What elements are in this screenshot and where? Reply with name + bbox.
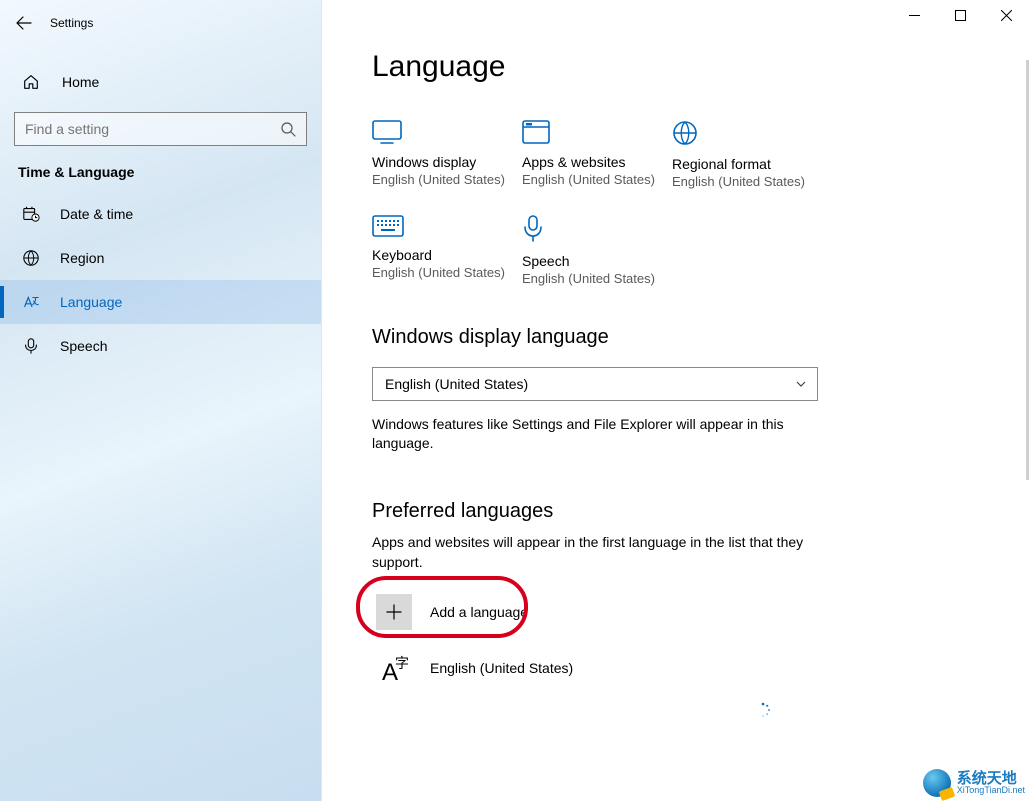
language-label: English (United States) bbox=[430, 660, 573, 676]
nav-label: Speech bbox=[60, 338, 107, 354]
language-icon bbox=[22, 293, 40, 311]
add-language-button[interactable]: Add a language bbox=[372, 590, 572, 634]
watermark-line2: XiTongTianDi.net bbox=[957, 786, 1025, 795]
tile-sub: English (United States) bbox=[372, 265, 522, 282]
monitor-icon bbox=[372, 120, 402, 144]
page-title: Language bbox=[372, 50, 1029, 84]
display-language-help: Windows features like Settings and File … bbox=[372, 415, 812, 454]
nav-speech[interactable]: Speech bbox=[0, 324, 321, 368]
window-title: Settings bbox=[50, 16, 93, 30]
globe-large-icon bbox=[672, 120, 698, 146]
titlebar: Settings bbox=[0, 8, 321, 38]
add-language-label: Add a language bbox=[430, 604, 528, 620]
tile-title: Keyboard bbox=[372, 247, 522, 263]
tile-title: Windows display bbox=[372, 154, 522, 170]
tile-regional-format[interactable]: Regional format English (United States) bbox=[672, 120, 822, 191]
globe-icon bbox=[22, 249, 40, 267]
search-field[interactable] bbox=[25, 121, 280, 137]
nav-label: Date & time bbox=[60, 206, 133, 222]
preferred-languages-help: Apps and websites will appear in the fir… bbox=[372, 533, 812, 572]
close-icon bbox=[1001, 10, 1012, 21]
content-area: Language Windows display English (United… bbox=[322, 0, 1029, 801]
search-input[interactable] bbox=[14, 112, 307, 146]
nav-label: Language bbox=[60, 294, 122, 310]
display-language-dropdown[interactable]: English (United States) bbox=[372, 367, 818, 401]
window-controls bbox=[891, 0, 1029, 30]
tile-sub: English (United States) bbox=[522, 271, 672, 288]
nav-language[interactable]: Language bbox=[0, 280, 321, 324]
watermark-line1: 系统天地 bbox=[957, 771, 1025, 786]
nav-region[interactable]: Region bbox=[0, 236, 321, 280]
arrow-left-icon bbox=[16, 15, 32, 31]
maximize-button[interactable] bbox=[937, 0, 983, 30]
maximize-icon bbox=[955, 10, 966, 21]
watermark-logo-icon bbox=[923, 769, 951, 797]
nav-home-label: Home bbox=[62, 74, 99, 90]
watermark: 系统天地 XiTongTianDi.net bbox=[923, 769, 1025, 797]
close-button[interactable] bbox=[983, 0, 1029, 30]
tile-sub: English (United States) bbox=[672, 174, 822, 191]
calendar-clock-icon bbox=[22, 205, 40, 223]
preferred-languages-heading: Preferred languages bbox=[372, 500, 1029, 523]
tile-apps-websites[interactable]: Apps & websites English (United States) bbox=[522, 120, 672, 191]
plus-icon bbox=[376, 594, 412, 630]
tile-sub: English (United States) bbox=[372, 172, 522, 189]
tile-title: Apps & websites bbox=[522, 154, 672, 170]
tile-title: Regional format bbox=[672, 156, 822, 172]
dropdown-value: English (United States) bbox=[385, 376, 528, 392]
mic-large-icon bbox=[522, 215, 544, 243]
sidebar: Settings Home Time & Language Date & tim… bbox=[0, 0, 322, 801]
browser-icon bbox=[522, 120, 550, 144]
tile-speech[interactable]: Speech English (United States) bbox=[522, 215, 672, 288]
tile-sub: English (United States) bbox=[522, 172, 672, 189]
section-title: Time & Language bbox=[0, 146, 321, 192]
loading-spinner-icon bbox=[755, 702, 771, 718]
svg-text:字: 字 bbox=[395, 655, 409, 671]
tile-keyboard[interactable]: Keyboard English (United States) bbox=[372, 215, 522, 288]
tile-title: Speech bbox=[522, 253, 672, 269]
search-icon bbox=[280, 121, 296, 137]
mic-icon bbox=[22, 337, 40, 355]
chevron-down-icon bbox=[795, 378, 807, 390]
minimize-icon bbox=[909, 10, 920, 21]
keyboard-icon bbox=[372, 215, 404, 237]
overview-tiles: Windows display English (United States) … bbox=[372, 120, 842, 288]
nav-date-time[interactable]: Date & time bbox=[0, 192, 321, 236]
minimize-button[interactable] bbox=[891, 0, 937, 30]
language-glyph-icon: A 字 bbox=[376, 650, 412, 686]
display-language-heading: Windows display language bbox=[372, 326, 1029, 349]
language-list-item[interactable]: A 字 English (United States) bbox=[372, 646, 1029, 690]
nav-home[interactable]: Home bbox=[0, 60, 321, 104]
home-icon bbox=[22, 73, 40, 91]
nav-label: Region bbox=[60, 250, 104, 266]
back-button[interactable] bbox=[14, 13, 34, 33]
tile-windows-display[interactable]: Windows display English (United States) bbox=[372, 120, 522, 191]
